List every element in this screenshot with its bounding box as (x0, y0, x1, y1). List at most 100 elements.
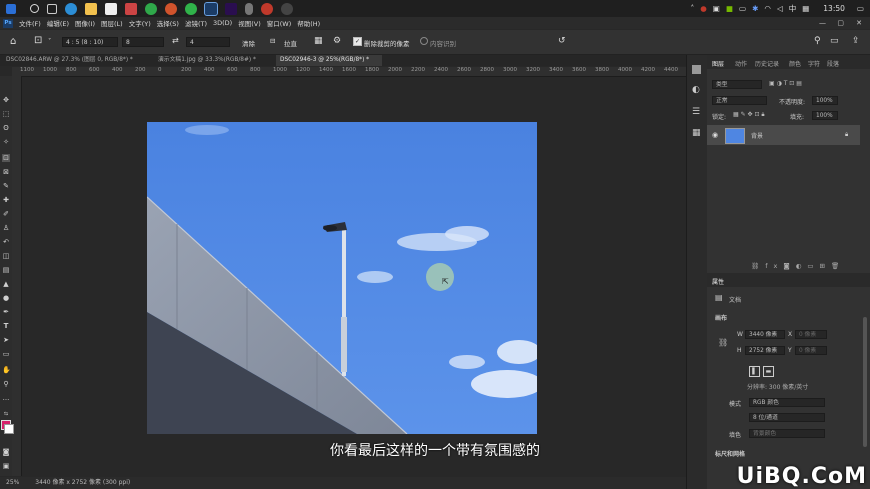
move-tool-icon[interactable]: ✥ (2, 96, 10, 104)
minimize-icon[interactable]: — (819, 19, 826, 27)
windows-start-icon[interactable] (6, 3, 16, 14)
menu-layer[interactable]: 图层(L) (101, 18, 123, 28)
canvas-height-field[interactable]: 2752 像素 (745, 346, 785, 355)
battery-icon[interactable]: ▭ (739, 4, 746, 13)
bit-depth-select[interactable]: 8 位/通道 (749, 413, 825, 422)
input-language[interactable]: 中 (789, 3, 797, 14)
clear-button[interactable]: 清除 (242, 38, 255, 48)
layer-kind-filter[interactable]: 类型 (712, 80, 762, 89)
tab-document-1[interactable]: DSC02846.ARW @ 27.3% (图层 0, RGB/8*) * (2, 55, 152, 66)
premiere-icon[interactable] (225, 2, 237, 15)
chevron-up-icon[interactable]: ˄ (690, 4, 694, 13)
crop-tool-icon[interactable]: ⊡ (34, 35, 42, 46)
home-icon[interactable]: ⌂ (10, 36, 16, 47)
screen-mode-icon[interactable]: ▣ (2, 462, 10, 470)
fill-color-select[interactable]: 背景颜色 (749, 429, 825, 438)
search-icon[interactable] (30, 4, 39, 13)
frame-tool-icon[interactable]: ⊠ (2, 168, 10, 176)
app-icon[interactable] (125, 2, 137, 15)
close-icon[interactable]: ✕ (856, 19, 862, 27)
network-icon[interactable]: ▣ (713, 4, 720, 13)
libraries-icon[interactable]: ☰ (692, 107, 700, 117)
canvas-width-field[interactable]: 3440 像素 (745, 330, 785, 339)
fill-field[interactable]: 100% (812, 111, 838, 120)
canvas-x-field[interactable]: 0 像素 (795, 330, 827, 339)
properties-scrollbar[interactable] (863, 317, 867, 447)
lasso-tool-icon[interactable]: ʘ (2, 124, 10, 132)
layer-name[interactable]: 背景 (751, 131, 763, 140)
chevron-down-icon[interactable]: ˅ (48, 37, 51, 45)
menu-edit[interactable]: 编辑(E) (47, 18, 69, 28)
marquee-tool-icon[interactable]: ⬚ (2, 110, 10, 118)
ratio-select[interactable]: 4 : 5 (8 : 10) (62, 37, 118, 47)
file-explorer-icon[interactable] (85, 2, 97, 15)
swap-icon[interactable]: ⇄ (172, 36, 179, 45)
settings-gear-icon[interactable]: ⚙ (333, 36, 341, 46)
mouse-icon[interactable] (245, 2, 253, 15)
orientation-portrait-icon[interactable]: ▌ (749, 366, 760, 377)
workspace-icon[interactable]: ▭ (830, 36, 839, 46)
grid-overlay-icon[interactable]: ▦ (314, 36, 323, 46)
color-panel-icon[interactable] (692, 65, 701, 74)
straighten-icon[interactable]: ⊟ (270, 37, 275, 45)
menu-filter[interactable]: 滤镜(T) (185, 18, 207, 28)
record-icon[interactable] (261, 2, 273, 15)
history-brush-icon[interactable]: ↶ (2, 238, 10, 246)
tab-document-3[interactable]: DSC02946-3 @ 25%(RGB/8*) * (276, 55, 382, 66)
hand-tool-icon[interactable]: ✋ (2, 366, 11, 374)
notification-icon[interactable]: ▭ (857, 4, 864, 13)
color-mode-select[interactable]: RGB 颜色 (749, 398, 825, 407)
gradient-tool-icon[interactable]: ▤ (2, 266, 10, 274)
stamp-tool-icon[interactable]: ♙ (2, 224, 10, 232)
tab-paragraph[interactable]: 段落 (827, 59, 839, 68)
pen-tool-icon[interactable]: ✒ (2, 308, 10, 316)
zoom-level[interactable]: 25% (6, 479, 19, 486)
task-view-icon[interactable] (47, 3, 57, 14)
menu-select[interactable]: 选择(S) (157, 18, 179, 28)
quick-mask-icon[interactable]: ◙ (2, 448, 10, 456)
maximize-icon[interactable]: ▢ (837, 19, 844, 27)
photo-canvas[interactable]: ⇱ (147, 122, 537, 434)
canvas-y-field[interactable]: 0 像素 (795, 346, 827, 355)
blur-tool-icon[interactable]: ▲ (2, 280, 10, 288)
tab-color[interactable]: 颜色 (789, 59, 801, 68)
share-icon[interactable]: ⇪ (852, 36, 860, 46)
menu-view[interactable]: 视图(V) (238, 18, 261, 28)
menu-help[interactable]: 帮助(H) (297, 18, 320, 28)
properties-tab[interactable]: 属性 (712, 277, 724, 286)
healing-brush-icon[interactable]: ✚ (2, 196, 10, 204)
obs-icon[interactable] (281, 2, 293, 15)
magic-wand-icon[interactable]: ✧ (2, 138, 10, 146)
dodge-tool-icon[interactable]: ● (2, 294, 10, 302)
swap-colors-icon[interactable]: ⇆ (2, 410, 10, 418)
wechat-icon[interactable] (145, 2, 157, 15)
grid-icon[interactable]: ▦ (802, 4, 809, 13)
menu-window[interactable]: 窗口(W) (267, 18, 292, 28)
rectangle-tool-icon[interactable]: ▭ (2, 350, 10, 358)
opacity-field[interactable]: 100% (812, 96, 838, 105)
nvidia-icon[interactable]: ■ (726, 4, 733, 13)
orientation-landscape-icon[interactable]: ▬ (763, 366, 774, 377)
tab-document-2[interactable]: 演示文稿1.jpg @ 33.3%(RGB/8#) * (154, 55, 276, 66)
menu-type[interactable]: 文字(Y) (129, 18, 151, 28)
layer-row-background[interactable]: ◉ 背景 🔒︎ (707, 125, 860, 145)
record-tray-icon[interactable]: ● (700, 4, 707, 13)
volume-icon[interactable]: ◁ (777, 4, 783, 13)
music-icon[interactable] (165, 2, 177, 15)
straighten-button[interactable]: 拉直 (284, 38, 297, 48)
eraser-tool-icon[interactable]: ◫ (2, 252, 10, 260)
crop-tool-icon[interactable]: ⊡ (2, 154, 10, 162)
eyedropper-icon[interactable]: ✎ (2, 182, 10, 190)
tab-character[interactable]: 字符 (808, 59, 820, 68)
link-icon[interactable]: ⛓ (718, 338, 728, 347)
rulers-grid-section[interactable]: 标尺和网格 (715, 449, 745, 458)
filter-icons[interactable]: ▣ ◑ T ⊡ ▤ (769, 80, 802, 87)
adjustments-icon[interactable]: ◐ (692, 85, 700, 95)
more-tools-icon[interactable]: ··· (2, 396, 10, 404)
zoom-tool-icon[interactable]: ⚲ (2, 380, 10, 388)
content-aware-radio[interactable] (420, 37, 428, 45)
clock[interactable]: 13:50 (823, 4, 845, 13)
delete-cropped-checkbox[interactable]: ✓ (353, 37, 362, 46)
wifi-icon[interactable]: ◠ (764, 4, 771, 13)
layer-actions[interactable]: ⛓fx◙◐▭⊞🗑︎ (751, 262, 845, 270)
